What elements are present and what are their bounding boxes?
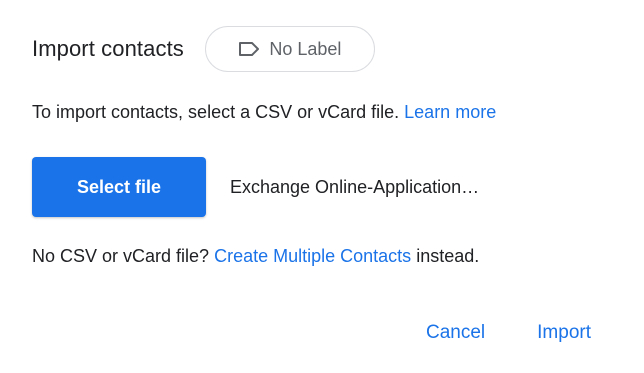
cancel-button[interactable]: Cancel: [426, 318, 485, 348]
dialog-actions: Cancel Import: [426, 318, 591, 348]
instructions-body: To import contacts, select a CSV or vCar…: [32, 102, 400, 122]
label-chip[interactable]: No Label: [204, 26, 375, 72]
file-selection-row: Select file Exchange Online-Application…: [32, 157, 479, 217]
instructions-text: To import contacts, select a CSV or vCar…: [32, 99, 496, 125]
label-outline-icon: [239, 42, 260, 56]
label-chip-text: No Label: [269, 38, 342, 59]
dialog-title: Import contacts: [32, 36, 184, 61]
selected-file-name: Exchange Online-Application…: [230, 176, 480, 197]
alternative-prefix: No CSV or vCard file?: [32, 246, 210, 266]
import-contacts-dialog: Import contacts No Label To import conta…: [0, 0, 644, 373]
import-button[interactable]: Import: [537, 318, 591, 348]
dialog-header: Import contacts No Label: [32, 25, 375, 73]
select-file-button[interactable]: Select file: [32, 157, 206, 217]
learn-more-link[interactable]: Learn more: [404, 102, 496, 122]
alternative-text: No CSV or vCard file? Create Multiple Co…: [32, 243, 479, 269]
alternative-suffix: instead.: [416, 246, 480, 266]
create-multiple-contacts-link[interactable]: Create Multiple Contacts: [214, 246, 411, 266]
